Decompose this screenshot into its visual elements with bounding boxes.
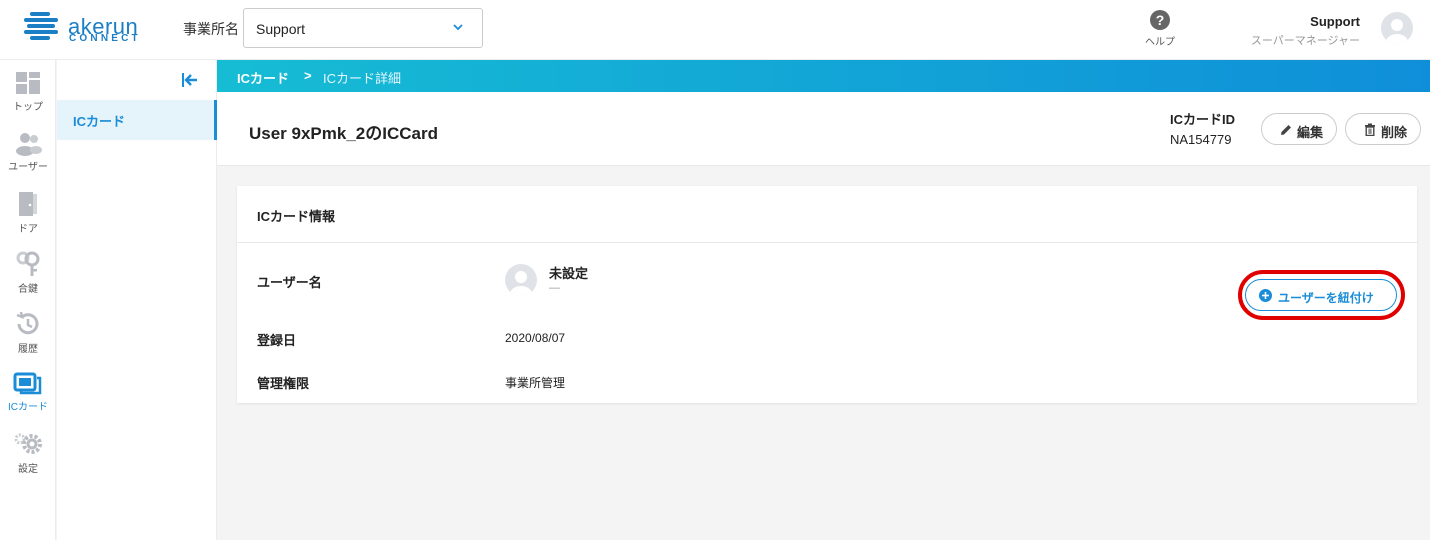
linked-user-name: 未設定 xyxy=(549,266,589,281)
nav-label-settings: 設定 xyxy=(18,464,38,475)
nav-item-key[interactable]: 合鍵 xyxy=(0,244,56,302)
nav-item-door[interactable]: ドア xyxy=(0,184,56,242)
link-user-button-label: ユーザーを紐付け xyxy=(1278,291,1374,305)
office-select-value: Support xyxy=(256,21,306,37)
delete-button-label: 削除 xyxy=(1381,125,1408,140)
edit-button-label: 編集 xyxy=(1297,125,1324,140)
registered-date-value: 2020/08/07 xyxy=(505,331,566,345)
ic-card-icon xyxy=(13,372,42,395)
edit-button[interactable]: 編集 xyxy=(1261,113,1337,145)
help-icon: ? xyxy=(1150,10,1170,30)
nav-item-top[interactable]: トップ xyxy=(0,64,56,122)
delete-button[interactable]: 削除 xyxy=(1345,113,1421,145)
panel-title: ICカード情報 xyxy=(257,209,336,224)
help-label: ヘルプ xyxy=(1145,37,1175,48)
nav-item-users[interactable]: ユーザー xyxy=(0,124,56,182)
collapse-sidebar-icon[interactable] xyxy=(179,70,199,90)
breadcrumb-parent[interactable]: ICカード xyxy=(237,68,289,87)
user-name-label: ユーザー名 xyxy=(257,275,322,290)
user-role: スーパーマネージャー xyxy=(1250,35,1360,47)
users-icon xyxy=(16,133,42,156)
key-icon xyxy=(16,251,40,276)
breadcrumb-separator: > xyxy=(304,68,312,83)
card-id-label: ICカードID xyxy=(1170,112,1236,127)
trash-icon xyxy=(1365,123,1375,136)
icon-nav: トップ ユーザー ドア 合鍵 履歴 ICカード 設定 xyxy=(0,60,56,540)
avatar-person-icon xyxy=(1386,19,1408,44)
breadcrumb-current: ICカード詳細 xyxy=(323,71,402,86)
linked-user-sub: — xyxy=(549,282,560,294)
permission-label: 管理権限 xyxy=(257,376,310,391)
plus-circle-icon xyxy=(1259,289,1272,302)
panel-header: ICカード情報 xyxy=(237,186,1417,243)
settings-icon xyxy=(14,433,42,454)
nav-label-door: ドア xyxy=(18,224,38,235)
nav-label-users: ユーザー xyxy=(8,162,48,173)
permission-value: 事業所管理 xyxy=(505,376,566,390)
help-button[interactable]: ? ヘルプ xyxy=(1140,10,1180,48)
office-label: 事業所名 xyxy=(183,21,239,37)
akerun-logo[interactable]: akerun CONNECT xyxy=(24,10,154,50)
nav-item-history[interactable]: 履歴 xyxy=(0,304,56,362)
page-title: User 9xPmk_2のICCard xyxy=(249,124,438,143)
nav-item-settings[interactable]: 設定 xyxy=(0,424,56,482)
linked-user-avatar xyxy=(505,264,537,296)
breadcrumb: ICカード > ICカード詳細 xyxy=(217,60,1430,92)
logo-subtext: CONNECT xyxy=(69,33,141,44)
user-info[interactable]: Support スーパーマネージャー xyxy=(1251,14,1360,48)
door-icon xyxy=(19,192,37,216)
pencil-icon xyxy=(1281,125,1291,135)
user-placeholder-icon xyxy=(510,271,532,296)
history-icon xyxy=(16,311,39,335)
nav-label-key: 合鍵 xyxy=(18,284,38,295)
user-name: Support xyxy=(1310,14,1360,29)
logo-mark-icon xyxy=(24,12,58,40)
nav-item-ic-card[interactable]: ICカード xyxy=(0,364,56,422)
avatar[interactable] xyxy=(1381,12,1413,44)
registered-date-label: 登録日 xyxy=(257,333,297,348)
chevron-down-icon xyxy=(453,24,463,31)
top-header: akerun CONNECT 事業所名 Support ? ヘルプ Suppor… xyxy=(0,0,1430,60)
office-select[interactable]: Support xyxy=(243,8,483,48)
sub-menu-item-label: ICカード xyxy=(73,114,126,129)
card-id-value: NA154779 xyxy=(1170,132,1232,147)
sub-menu: ICカード xyxy=(57,60,217,540)
dashboard-icon xyxy=(16,72,40,94)
link-user-button[interactable]: ユーザーを紐付け xyxy=(1245,279,1397,311)
nav-label-history: 履歴 xyxy=(18,344,38,355)
nav-label-ic-card: ICカード xyxy=(8,402,48,413)
ic-card-info-panel: ICカード情報 ユーザー名 未設定 — ユーザーを紐付け 登録日 2020/08… xyxy=(237,186,1417,403)
sub-menu-item-ic-card[interactable]: ICカード xyxy=(57,100,217,140)
title-band: User 9xPmk_2のICCard ICカードID NA154779 編集 … xyxy=(217,92,1430,166)
nav-label-top: トップ xyxy=(13,102,43,113)
